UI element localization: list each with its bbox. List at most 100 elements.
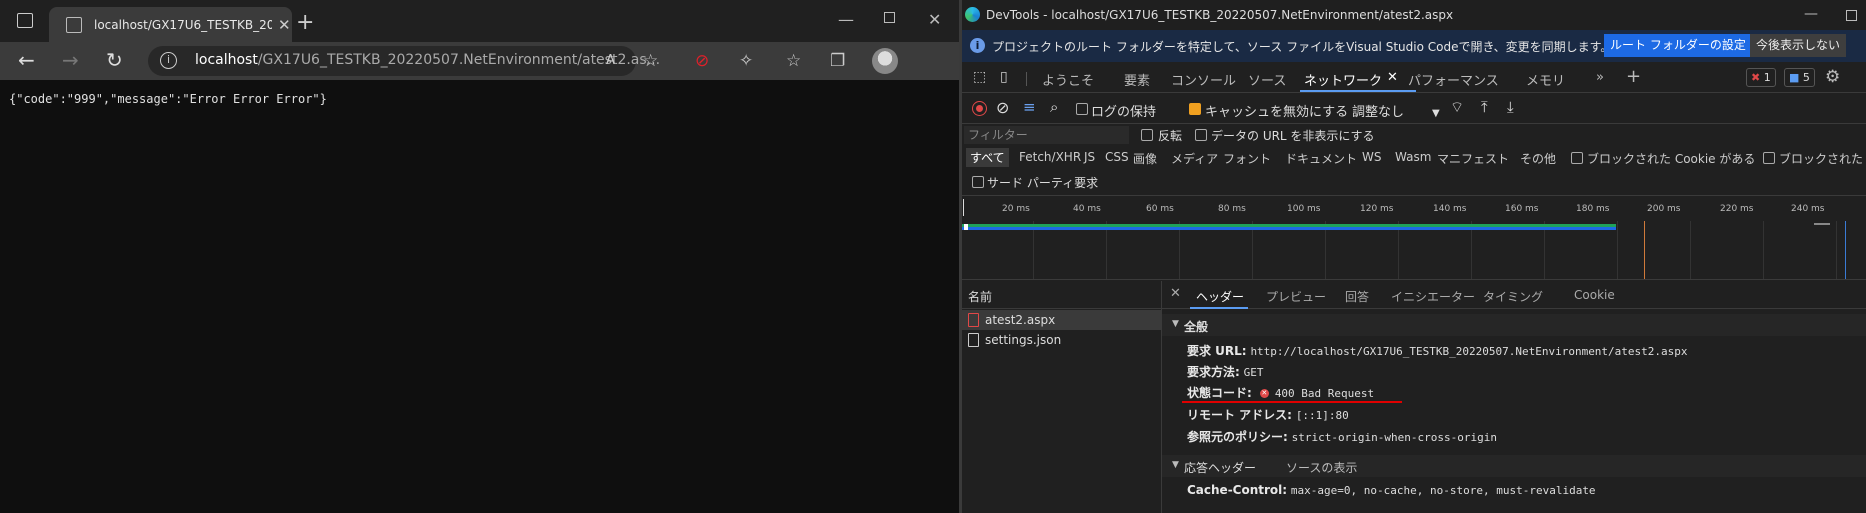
request-row[interactable]: atest2.aspx <box>962 310 1162 330</box>
read-aloud-icon[interactable]: A <box>606 53 615 68</box>
tab-cookies[interactable]: Cookie <box>1574 288 1615 302</box>
timeline-gridline <box>1763 221 1764 279</box>
maximize-icon[interactable] <box>884 12 895 23</box>
third-party-checkbox[interactable] <box>972 176 984 188</box>
minimize-icon[interactable]: — <box>838 10 854 29</box>
forward-icon[interactable]: → <box>62 48 79 72</box>
close-tab-icon[interactable]: ✕ <box>278 16 291 34</box>
tab-performance[interactable]: パフォーマンス <box>1408 70 1499 89</box>
view-source-link[interactable]: ソースの表示 <box>1286 459 1357 476</box>
response-headers-section-header[interactable]: ▼ 応答ヘッダー ソースの表示 <box>1162 455 1866 477</box>
throttling-select[interactable]: 調整なし ▼ <box>1352 101 1440 120</box>
tab-initiator[interactable]: イニシエーター <box>1391 288 1475 305</box>
type-filter-css[interactable]: CSS <box>1105 150 1129 164</box>
tab-sources[interactable]: ソース <box>1248 70 1286 89</box>
request-url-row: 要求 URL: http://localhost/GX17U6_TESTKB_2… <box>1187 342 1688 359</box>
type-filter-js[interactable]: JS <box>1084 150 1095 164</box>
type-filter-media[interactable]: メディア <box>1171 150 1218 167</box>
request-method-value: GET <box>1243 366 1264 379</box>
tab-actions-icon[interactable] <box>17 13 33 28</box>
collections-icon[interactable]: ❐ <box>830 51 845 71</box>
tab-headers[interactable]: ヘッダー <box>1196 288 1244 305</box>
tab-welcome[interactable]: ようこそ <box>1042 70 1094 89</box>
extension-icon[interactable]: ⊘ <box>695 51 709 71</box>
favorites-icon[interactable]: ☆ <box>786 51 801 71</box>
back-icon[interactable]: ← <box>18 48 35 72</box>
disable-cache-checkbox[interactable] <box>1189 103 1201 115</box>
device-emulation-icon[interactable]: ▯ <box>1000 69 1008 85</box>
address-url[interactable]: localhost/GX17U6_TESTKB_20220507.NetEnvi… <box>195 52 660 68</box>
import-har-icon[interactable]: ⤒ <box>1481 98 1488 116</box>
invert-checkbox[interactable] <box>1141 129 1153 141</box>
tab-timing[interactable]: タイミング <box>1483 288 1543 305</box>
type-filter-manifest[interactable]: マニフェスト <box>1437 150 1509 167</box>
tab-memory[interactable]: メモリ <box>1526 70 1565 89</box>
address-bar[interactable]: i localhost/GX17U6_TESTKB_20220507.NetEn… <box>148 46 660 76</box>
tab-response[interactable]: 回答 <box>1345 288 1369 305</box>
request-name: settings.json <box>985 333 1062 347</box>
browser-tab[interactable]: localhost/GX17U6_TESTKB_2022050 ✕ <box>49 7 292 42</box>
status-code-row: 状態コード: ✕ 400 Bad Request <box>1187 384 1374 401</box>
filter-input[interactable]: フィルター <box>964 126 1129 144</box>
type-filter-other[interactable]: その他 <box>1520 150 1556 167</box>
timeline-tick: 140 ms <box>1433 204 1467 214</box>
dont-show-again-button[interactable]: 今後表示しない <box>1750 34 1847 57</box>
type-filter-documents[interactable]: ドキュメント <box>1285 150 1357 167</box>
close-network-tab-icon[interactable]: ✕ <box>1387 70 1398 85</box>
settings-gear-icon[interactable]: ⚙ <box>1825 67 1840 87</box>
blocked-requests-checkbox[interactable] <box>1763 152 1775 164</box>
type-filter-wasm[interactable]: Wasm <box>1395 150 1431 164</box>
profile-avatar[interactable] <box>872 48 898 74</box>
close-detail-icon[interactable]: ✕ <box>1170 286 1181 301</box>
network-conditions-icon[interactable]: ⌔ <box>1450 98 1464 117</box>
request-list-header[interactable]: 名前 <box>962 281 1162 309</box>
request-method-label: 要求方法: <box>1187 365 1240 379</box>
filter-icon[interactable]: ≡ <box>1023 98 1036 116</box>
search-icon[interactable]: ⌕ <box>1050 98 1058 116</box>
set-root-folder-button[interactable]: ルート フォルダーの設定 <box>1604 34 1752 57</box>
request-row[interactable]: settings.json <box>962 330 1162 350</box>
general-section-title: 全般 <box>1184 320 1209 334</box>
type-filter-fonts[interactable]: フォント <box>1223 150 1271 167</box>
type-filter-ws[interactable]: WS <box>1362 150 1381 164</box>
active-tab-indicator <box>1300 90 1416 92</box>
favorite-add-icon[interactable]: ☆ <box>643 51 658 71</box>
add-tab-icon[interactable]: + <box>1626 66 1641 87</box>
tab-network[interactable]: ネットワーク <box>1304 70 1382 89</box>
tab-console[interactable]: コンソール <box>1171 70 1236 89</box>
errors-badge[interactable]: ✖ 1 <box>1746 68 1776 87</box>
site-info-icon[interactable]: i <box>160 52 177 69</box>
type-filter-fetch-xhr[interactable]: Fetch/XHR <box>1019 150 1081 164</box>
remote-address-row: リモート アドレス: [::1]:80 <box>1187 406 1349 423</box>
request-detail-panel: ✕ ヘッダー プレビュー 回答 イニシエーター タイミング Cookie ▼ 全… <box>1162 281 1866 513</box>
maximize-icon[interactable] <box>1846 10 1857 21</box>
status-code-value: 400 Bad Request <box>1274 387 1375 400</box>
blocked-requests-label: ブロックされた <box>1779 152 1864 166</box>
timeline-tick: 80 ms <box>1218 204 1246 214</box>
hide-data-urls-checkbox[interactable] <box>1195 129 1207 141</box>
messages-badge[interactable]: ■ 5 <box>1784 68 1815 87</box>
more-tabs-icon[interactable]: » <box>1596 70 1604 85</box>
minimize-icon[interactable]: — <box>1804 6 1818 22</box>
referrer-policy-label: 参照元のポリシー: <box>1187 430 1288 444</box>
new-tab-icon[interactable]: + <box>296 10 314 35</box>
resource-type-filters: すべて Fetch/XHR JS CSS 画像 メディア フォント ドキュメント… <box>962 146 1866 170</box>
refresh-icon[interactable]: ↻ <box>106 48 123 72</box>
general-section-header[interactable]: ▼ 全般 <box>1162 314 1866 336</box>
timeline-request-marker <box>964 224 968 230</box>
inspect-element-icon[interactable]: ⬚ <box>973 69 986 85</box>
network-timeline[interactable]: 20 ms 40 ms 60 ms 80 ms 100 ms 120 ms 14… <box>962 196 1866 280</box>
timeline-gridline <box>1617 221 1618 279</box>
tab-elements[interactable]: 要素 <box>1124 70 1150 89</box>
tab-preview[interactable]: プレビュー <box>1266 288 1326 305</box>
blocked-cookies-checkbox[interactable] <box>1571 152 1583 164</box>
export-har-icon[interactable]: ⤓ <box>1507 98 1514 116</box>
clear-icon[interactable]: ⊘ <box>996 98 1009 117</box>
type-filter-images[interactable]: 画像 <box>1133 150 1157 167</box>
extensions-puzzle-icon[interactable]: ✧ <box>739 51 753 71</box>
preserve-log-checkbox[interactable] <box>1076 103 1088 115</box>
record-icon[interactable] <box>972 101 987 116</box>
close-window-icon[interactable]: ✕ <box>928 10 941 29</box>
type-filter-all[interactable]: すべて <box>966 148 1009 167</box>
timeline-tick: 60 ms <box>1146 204 1174 214</box>
